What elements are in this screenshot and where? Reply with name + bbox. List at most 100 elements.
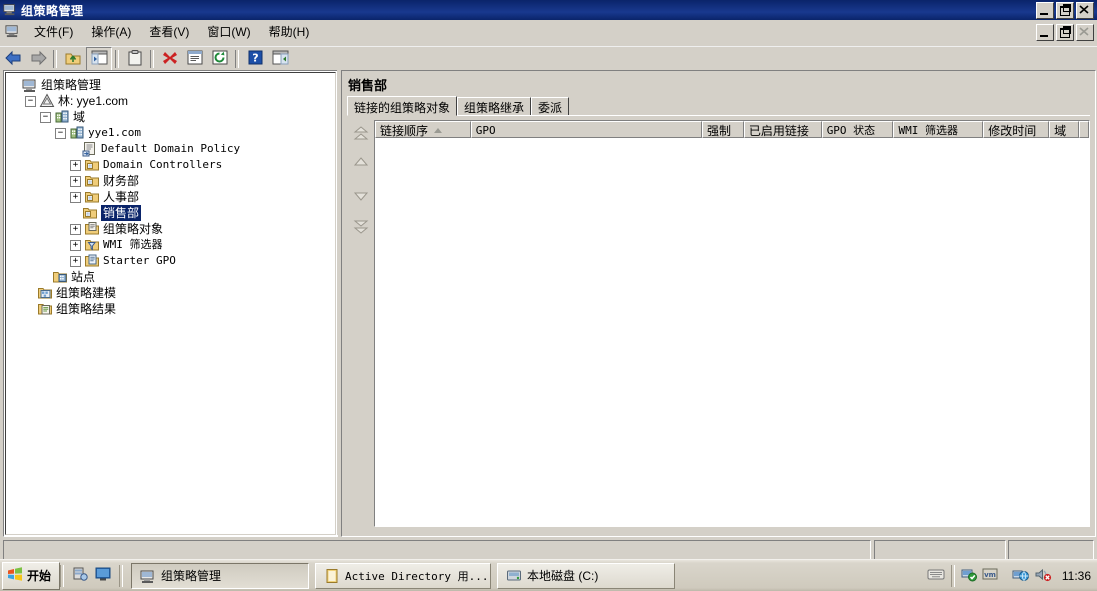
linked-gpos-panel: 链接顺序 GPO 强制 已启用链接 GPO 状态 WMI 筛选器 修改时间 域 [348, 120, 1090, 529]
console-icon [140, 570, 154, 583]
help-button[interactable]: ? [243, 48, 267, 70]
tree-item-gp-modeling[interactable]: 组策略建模 [10, 285, 335, 301]
expand-plus-icon[interactable]: + [70, 159, 81, 171]
column-link-order[interactable]: 链接顺序 [375, 121, 471, 138]
delete-button[interactable] [158, 48, 182, 70]
properties-button[interactable] [123, 48, 147, 70]
move-up-button[interactable] [353, 154, 369, 170]
ou-icon [83, 208, 97, 219]
mdi-close-button[interactable] [1076, 24, 1094, 41]
menu-file[interactable]: 文件(F) [25, 21, 82, 42]
expand-plus-icon[interactable]: + [70, 191, 81, 203]
tree-item-domain-controllers[interactable]: + Domain Controllers [10, 157, 335, 173]
expand-plus-icon[interactable]: + [70, 239, 81, 251]
forward-button[interactable] [26, 48, 50, 70]
taskbutton-adusers[interactable]: Active Directory 用... [315, 562, 492, 589]
move-to-top-button[interactable] [353, 126, 369, 142]
tree-item-gpmc-root[interactable]: 组策略管理 [10, 77, 335, 93]
column-enforced[interactable]: 强制 [702, 121, 744, 138]
mdi-minimize-button[interactable] [1036, 24, 1054, 41]
start-button[interactable]: 开始 [2, 561, 61, 590]
keyboard-icon[interactable] [927, 567, 945, 584]
column-header-label: GPO [475, 123, 496, 137]
mdi-restore-button[interactable] [1056, 24, 1074, 41]
tree-item-ou-sales[interactable]: 销售部 [10, 205, 335, 221]
menu-action[interactable]: 操作(A) [82, 21, 140, 42]
taskbar: 开始 组策略管理 Active Directory 用... 本地磁盘 (C:)… [0, 559, 1097, 591]
volume-muted-icon[interactable] [1034, 567, 1052, 585]
expand-plus-icon[interactable]: + [70, 175, 81, 187]
menu-help[interactable]: 帮助(H) [260, 21, 319, 42]
tree-item-wmi-filters[interactable]: + WMI 筛选器 [10, 237, 335, 253]
quick-launch-bar [64, 564, 119, 588]
start-label: 开始 [27, 569, 52, 583]
task-buttons: 组策略管理 Active Directory 用... 本地磁盘 (C:) [131, 562, 676, 589]
taskbutton-local-disk[interactable]: 本地磁盘 (C:) [497, 562, 676, 589]
move-down-button[interactable] [353, 188, 369, 204]
refresh-button[interactable] [208, 48, 232, 70]
tree-item-starter-gpo[interactable]: + Starter GPO [10, 253, 335, 269]
tree-item-ou-finance[interactable]: + 财务部 [10, 173, 335, 189]
list-header-row[interactable]: 链接顺序 GPO 强制 已启用链接 GPO 状态 WMI 筛选器 修改时间 域 [375, 121, 1089, 138]
vm-icon[interactable]: vm [982, 567, 998, 584]
menu-bar: 文件(F) 操作(A) 查看(V) 窗口(W) 帮助(H) [0, 20, 1097, 44]
tree-item-label: yye1.com [88, 126, 141, 139]
taskbar-clock[interactable]: 11:36 [1062, 569, 1091, 583]
column-gpo[interactable]: GPO [470, 121, 703, 138]
column-domain[interactable]: 域 [1049, 121, 1079, 138]
ou-icon [85, 160, 99, 171]
column-modified-time[interactable]: 修改时间 [983, 121, 1050, 138]
tree-item-label: 域 [73, 110, 86, 124]
tree-item-sites[interactable]: 站点 [10, 269, 335, 285]
tree-item-gp-results[interactable]: 组策略结果 [10, 301, 335, 317]
expand-plus-icon[interactable]: + [70, 255, 81, 267]
taskbutton-gpmc[interactable]: 组策略管理 [131, 562, 310, 589]
window-title: 组策略管理 [21, 3, 84, 18]
tabstrip-line [352, 115, 1090, 116]
minimize-button[interactable] [1036, 2, 1054, 19]
linked-gpos-list[interactable]: 链接顺序 GPO 强制 已启用链接 GPO 状态 WMI 筛选器 修改时间 域 [374, 120, 1090, 527]
toolbar: ? [0, 46, 1097, 71]
restore-button[interactable] [1056, 2, 1074, 19]
client-area: 组策略管理 − 林: yye1.com − 域 − yye1.com Default Doma… [0, 70, 1097, 538]
collapse-minus-icon[interactable]: − [40, 111, 51, 123]
tab-gp-inheritance[interactable]: 组策略继承 [457, 97, 532, 115]
show-hide-tree-button[interactable] [86, 47, 112, 71]
tree-item-label: Default Domain Policy [101, 142, 241, 155]
expand-plus-icon[interactable]: + [70, 223, 81, 235]
collapse-minus-icon[interactable]: − [25, 95, 36, 107]
starter-gpo-icon [85, 254, 99, 267]
tab-linked-gpos[interactable]: 链接的组策略对象 [347, 96, 458, 116]
svg-text:?: ? [252, 52, 258, 65]
collapse-minus-icon[interactable]: − [55, 127, 66, 139]
properties-window-button[interactable] [183, 48, 207, 70]
menu-view[interactable]: 查看(V) [140, 21, 198, 42]
tree-item-gpo-container[interactable]: + 组策略对象 [10, 221, 335, 237]
tree-item-forest[interactable]: − 林: yye1.com [10, 93, 335, 109]
tab-label: 链接的组策略对象 [354, 101, 451, 115]
show-desktop-icon[interactable] [95, 566, 111, 585]
tree-item-ou-hr[interactable]: + 人事部 [10, 189, 335, 205]
tree-expander-spacer [25, 289, 34, 298]
move-to-bottom-button[interactable] [353, 218, 369, 234]
menu-window[interactable]: 窗口(W) [198, 21, 259, 42]
network-ok-icon[interactable] [961, 567, 978, 585]
tree-item-label: Domain Controllers [103, 158, 223, 171]
status-panel-tertiary [1008, 540, 1094, 560]
column-gpo-status[interactable]: GPO 状态 [821, 121, 894, 138]
tab-delegation[interactable]: 委派 [531, 97, 570, 115]
close-button[interactable] [1076, 2, 1094, 19]
tree-item-default-domain-policy[interactable]: Default Domain Policy [10, 141, 335, 157]
windows-flag-icon [7, 566, 23, 585]
network-globe-icon[interactable] [1012, 567, 1030, 585]
console-tree[interactable]: 组策略管理 − 林: yye1.com − 域 − yye1.com Default Doma… [6, 73, 335, 317]
tree-item-domain-yye1[interactable]: − yye1.com [10, 125, 335, 141]
details-tabstrip[interactable]: 链接的组策略对象 组策略继承 委派 [347, 96, 1095, 116]
export-list-button[interactable] [268, 48, 292, 70]
up-one-level-button[interactable] [61, 48, 85, 70]
tree-item-domains[interactable]: − 域 [10, 109, 335, 125]
column-link-enabled[interactable]: 已启用链接 [743, 121, 822, 138]
back-button[interactable] [1, 48, 25, 70]
server-manager-icon[interactable] [72, 566, 88, 585]
column-wmi-filter[interactable]: WMI 筛选器 [893, 121, 984, 138]
